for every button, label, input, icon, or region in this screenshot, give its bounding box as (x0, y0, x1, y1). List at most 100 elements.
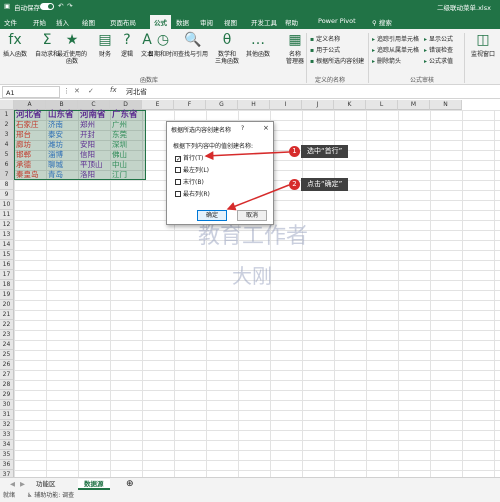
column-header[interactable]: C (78, 100, 110, 110)
fx-icon[interactable]: fx (110, 86, 117, 94)
column-header[interactable]: B (46, 100, 78, 110)
column-header[interactable]: E (142, 100, 174, 110)
undo-icon[interactable]: ↶ (58, 2, 63, 10)
checkbox-left-column[interactable] (175, 167, 181, 173)
column-header[interactable]: J (302, 100, 334, 110)
tab-7[interactable]: 审阅 (200, 17, 213, 27)
row-header[interactable]: 13 (0, 230, 14, 240)
row-header[interactable]: 9 (0, 190, 14, 200)
row-header[interactable]: 31 (0, 410, 14, 420)
audit-left-2[interactable]: ▸ 删除箭头 (372, 56, 401, 65)
row-header[interactable]: 30 (0, 400, 14, 410)
add-sheet-icon[interactable]: ⊕ (120, 479, 140, 490)
tab-4[interactable]: 页面布局 (110, 17, 136, 27)
cancel-button[interactable]: 取消 (237, 210, 267, 221)
row-header[interactable]: 6 (0, 160, 14, 170)
row-header[interactable]: 11 (0, 210, 14, 220)
checkbox-top-row[interactable]: ✓ (175, 156, 181, 163)
name-item-2[interactable]: ▪ 根据所选内容创建 (310, 56, 364, 65)
row-header[interactable]: 29 (0, 390, 14, 400)
row-header[interactable]: 22 (0, 320, 14, 330)
ribbon-button-6[interactable]: ◷ 日期和时间 (148, 31, 178, 58)
table-cell[interactable]: 石家庄 (14, 120, 39, 130)
row-header[interactable]: 14 (0, 240, 14, 250)
row-header[interactable]: 15 (0, 250, 14, 260)
table-cell[interactable]: 安阳 (78, 140, 95, 150)
column-header[interactable]: L (366, 100, 398, 110)
ok-button[interactable]: 确定 (197, 210, 227, 221)
table-cell[interactable]: 青岛 (46, 170, 63, 180)
row-header[interactable]: 21 (0, 310, 14, 320)
row-header[interactable]: 10 (0, 200, 14, 210)
table-cell[interactable]: 东莞 (110, 130, 127, 140)
table-header-cell[interactable]: 广东省 (110, 110, 138, 120)
row-header[interactable]: 12 (0, 220, 14, 230)
sheet-tab-ribbon[interactable]: 功能区 (30, 479, 62, 490)
row-header[interactable]: 34 (0, 440, 14, 450)
row-header[interactable]: 28 (0, 380, 14, 390)
select-all-corner[interactable] (0, 100, 14, 110)
option-left-column[interactable]: 最左列(L) (175, 165, 209, 174)
tab-9[interactable]: 开发工具 (251, 17, 277, 27)
column-header[interactable]: I (270, 100, 302, 110)
audit-right-0[interactable]: ▸ 显示公式 (424, 34, 453, 43)
tab-6[interactable]: 数据 (176, 17, 189, 27)
tab-5[interactable]: 公式 (150, 15, 171, 29)
row-header[interactable]: 7 (0, 170, 14, 180)
row-header[interactable]: 33 (0, 430, 14, 440)
table-cell[interactable]: 泰安 (46, 130, 63, 140)
column-header[interactable]: D (110, 100, 142, 110)
table-header-cell[interactable]: 山东省 (46, 110, 74, 120)
row-header[interactable]: 2 (0, 120, 14, 130)
audit-left-0[interactable]: ▸ 追踪引用单元格 (372, 34, 419, 43)
table-cell[interactable]: 邢台 (14, 130, 31, 140)
option-bottom-row[interactable]: 末行(B) (175, 177, 204, 186)
column-header[interactable]: M (398, 100, 430, 110)
watch-window-button[interactable]: ◫ 监视窗口 (468, 31, 498, 58)
column-header[interactable]: F (174, 100, 206, 110)
table-cell[interactable]: 信阳 (78, 150, 95, 160)
checkbox-right-column[interactable] (175, 191, 181, 197)
row-header[interactable]: 23 (0, 330, 14, 340)
column-header[interactable]: N (430, 100, 462, 110)
tab-0[interactable]: 文件 (4, 17, 17, 27)
tab-1[interactable]: 开始 (33, 17, 46, 27)
name-item-1[interactable]: ▪ 用于公式 (310, 45, 340, 54)
name-box[interactable]: A1 (2, 86, 60, 98)
row-header[interactable]: 20 (0, 300, 14, 310)
redo-icon[interactable]: ↷ (67, 2, 72, 10)
table-cell[interactable]: 聊城 (46, 160, 63, 170)
option-top-row[interactable]: ✓ 首行(T) (175, 153, 203, 163)
row-header[interactable]: 16 (0, 260, 14, 270)
help-icon[interactable]: ? (241, 125, 244, 132)
option-right-column[interactable]: 最右列(R) (175, 189, 210, 198)
sheet-tab-datasource[interactable]: 数据源 (78, 479, 110, 490)
table-cell[interactable]: 淄博 (46, 150, 63, 160)
table-cell[interactable]: 廊坊 (14, 140, 31, 150)
close-icon[interactable]: × (263, 124, 269, 132)
row-header[interactable]: 36 (0, 460, 14, 470)
table-cell[interactable]: 承德 (14, 160, 31, 170)
column-header[interactable]: K (334, 100, 366, 110)
audit-right-2[interactable]: ▸ 公式求值 (424, 56, 453, 65)
table-header-cell[interactable]: 河北省 (14, 110, 42, 120)
row-header[interactable]: 17 (0, 270, 14, 280)
save-icon[interactable]: ▣ (4, 2, 10, 10)
next-sheet-icon[interactable]: ▶ (14, 479, 31, 490)
checkbox-bottom-row[interactable] (175, 179, 181, 185)
row-header[interactable]: 25 (0, 350, 14, 360)
row-header[interactable]: 27 (0, 370, 14, 380)
row-header[interactable]: 4 (0, 140, 14, 150)
cancel-icon[interactable]: ✕ (74, 87, 80, 95)
audit-right-1[interactable]: ▸ 错误检查 (424, 45, 453, 54)
autosave-toggle[interactable] (40, 3, 54, 10)
ribbon-button-9[interactable]: … 其他函数 (243, 31, 273, 58)
formula-input[interactable]: 河北省 (126, 87, 147, 97)
tab-3[interactable]: 绘图 (82, 17, 95, 27)
ribbon-button-0[interactable]: fx 插入函数 (2, 31, 28, 58)
search-box[interactable]: ⚲ 搜索 (372, 17, 392, 27)
tab-2[interactable]: 插入 (56, 17, 69, 27)
accessibility-status[interactable]: 辅助功能: 调查 (34, 492, 74, 499)
table-cell[interactable]: 广州 (110, 120, 127, 130)
table-cell[interactable]: 平顶山 (78, 160, 103, 170)
